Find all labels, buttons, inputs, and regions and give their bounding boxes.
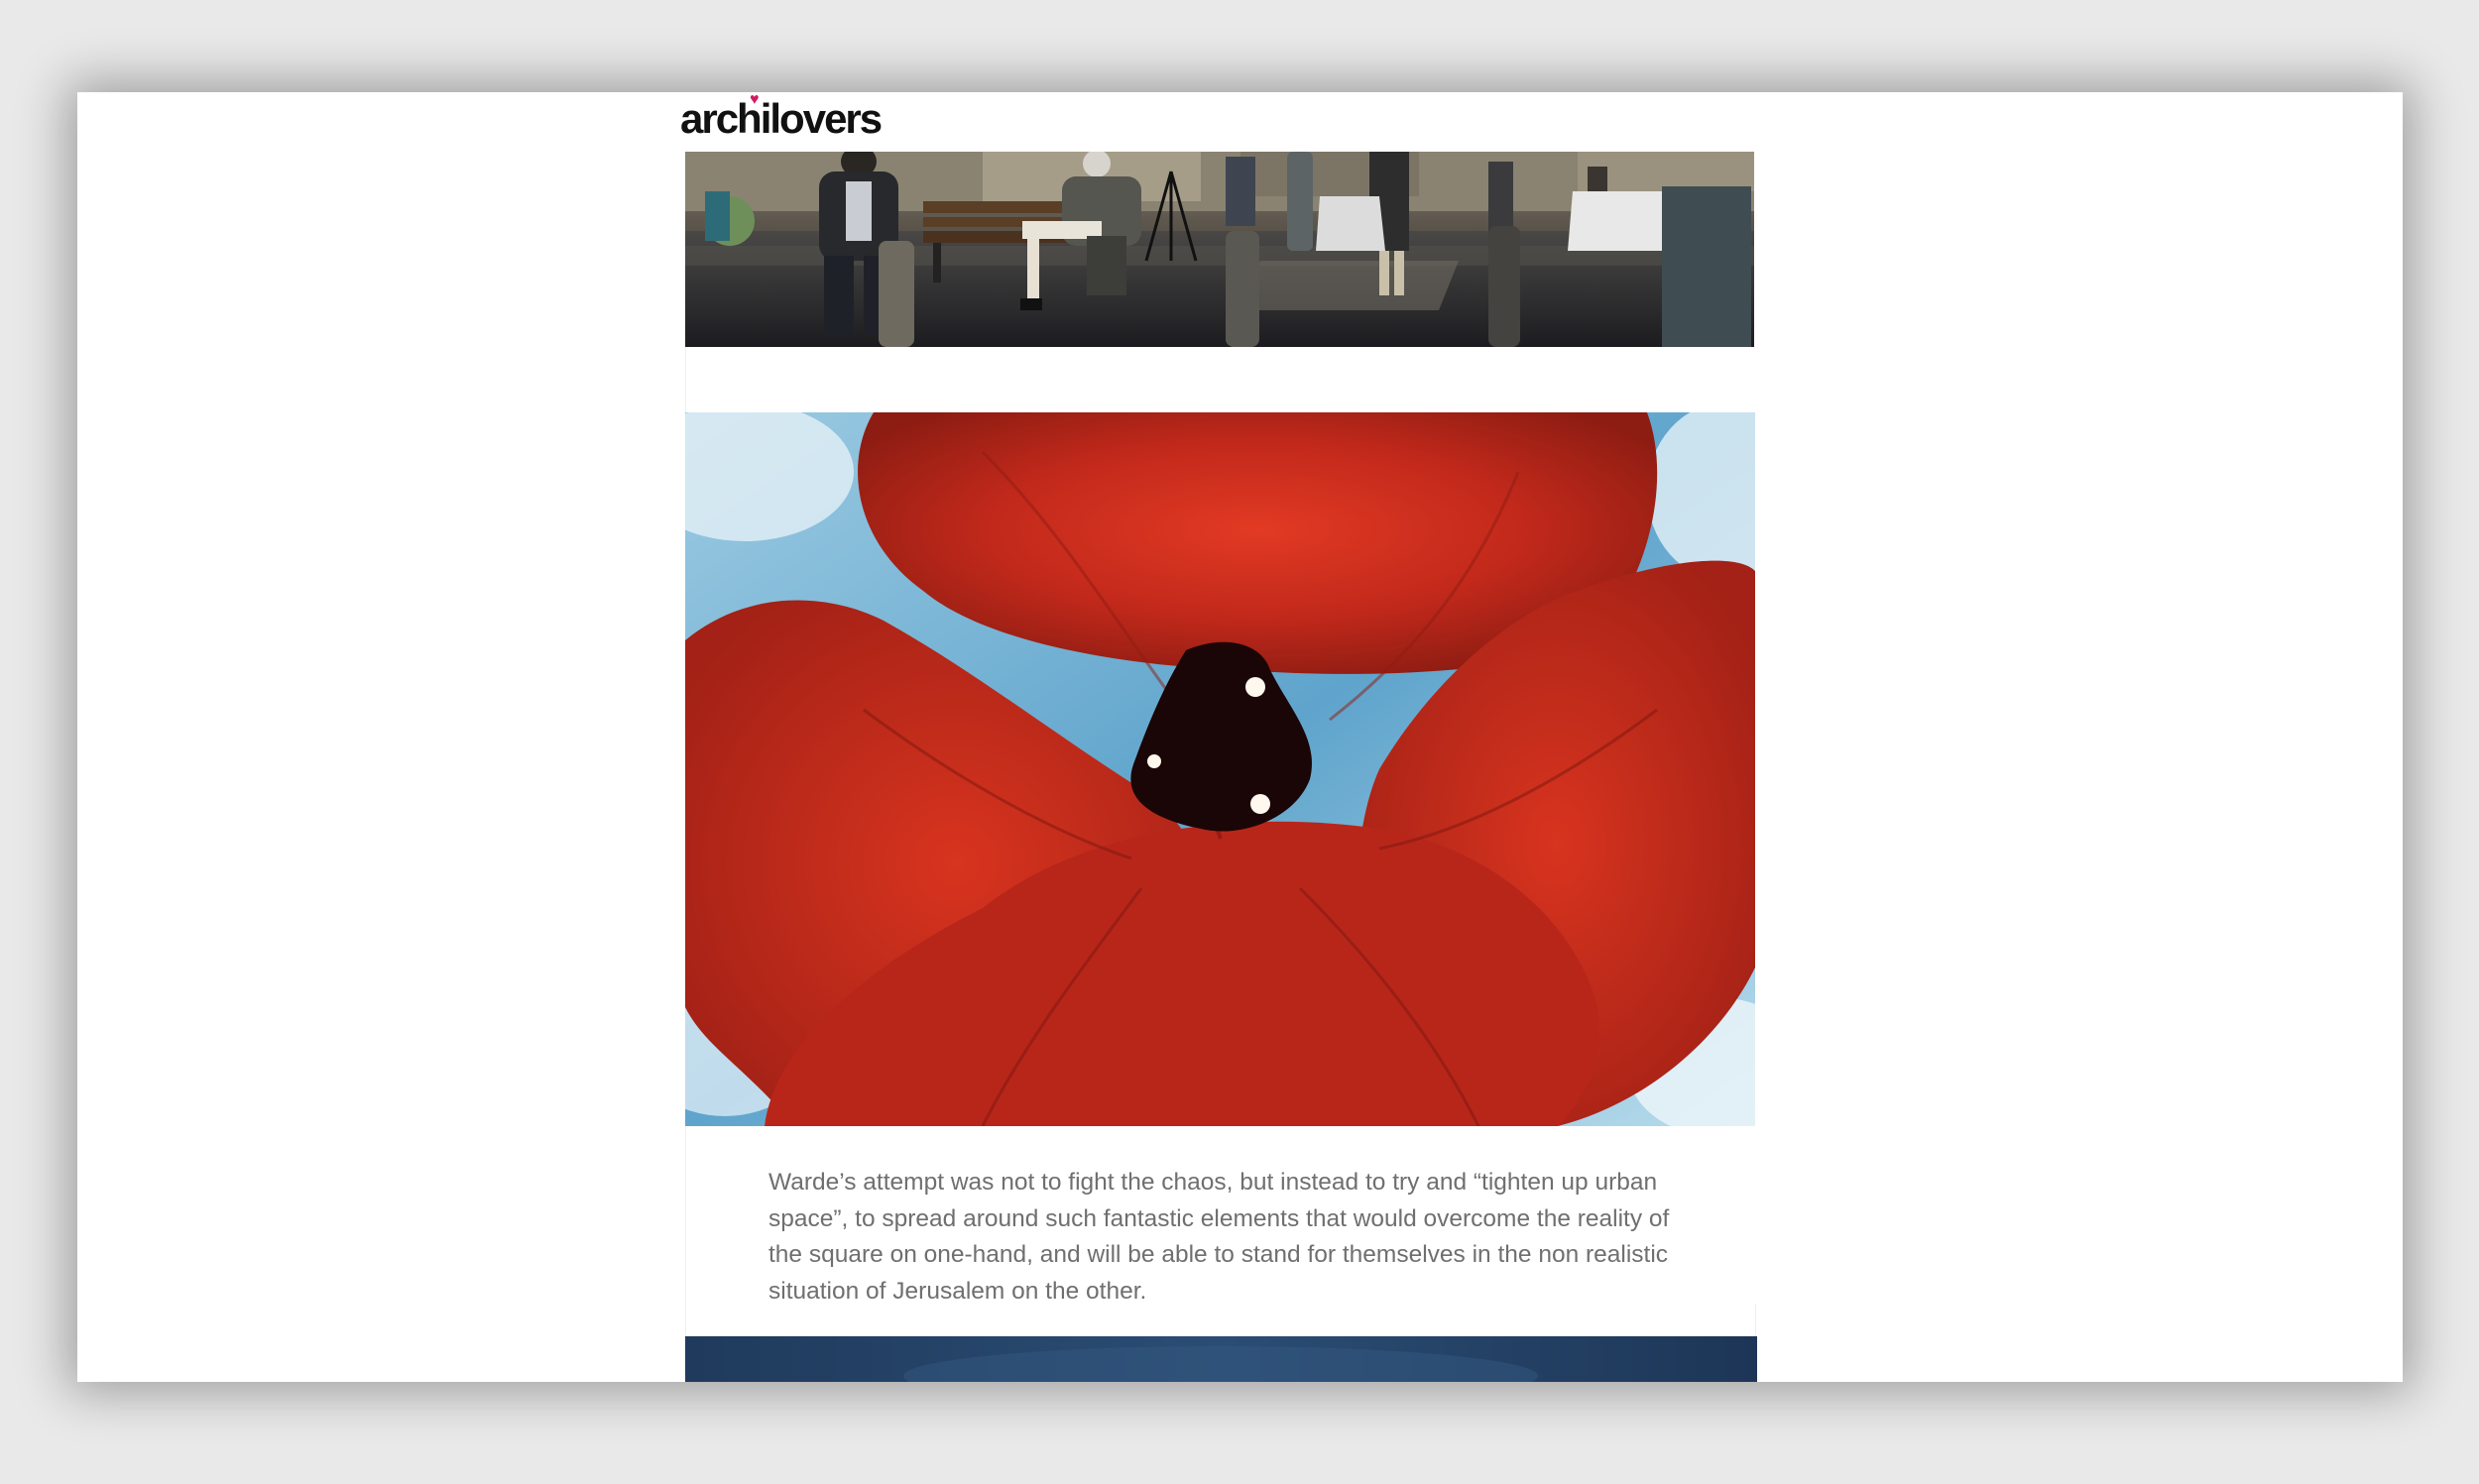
logo-text: archilovers <box>680 95 883 142</box>
browser-page: archilovers ♥ Warde’s attempt was not to… <box>77 92 2403 1382</box>
site-logo[interactable]: archilovers ♥ <box>680 92 883 142</box>
card-border-right <box>1755 1304 1756 1337</box>
red-flower-installation-photo <box>685 412 1755 1126</box>
heart-icon: ♥ <box>750 92 760 108</box>
article-caption: Warde’s attempt was not to fight the cha… <box>768 1169 1670 1305</box>
street-square-photo <box>685 152 1754 347</box>
next-article-photo <box>685 1336 1757 1382</box>
article-column: archilovers ♥ Warde’s attempt was not to… <box>680 92 1830 1382</box>
